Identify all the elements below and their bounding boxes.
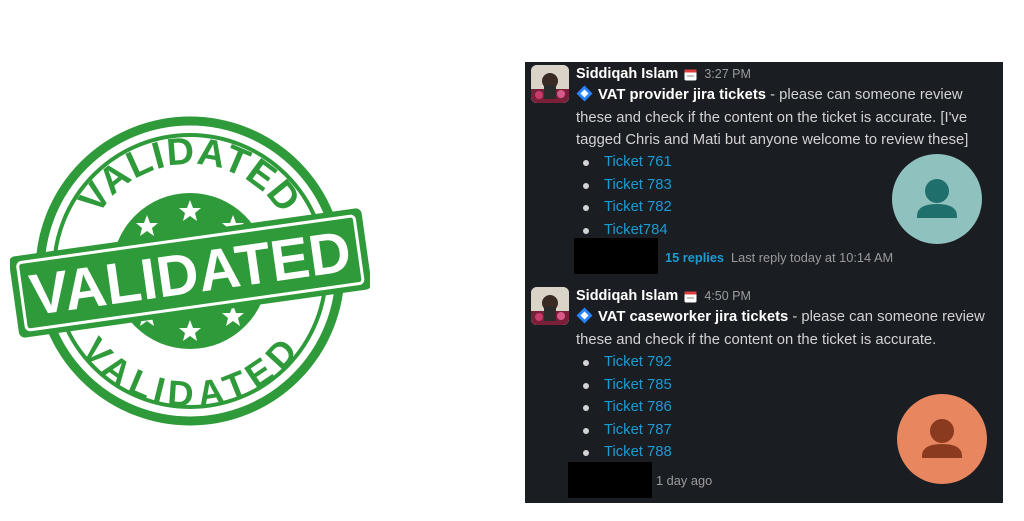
thread-replies-link[interactable]: 15 replies <box>665 250 724 265</box>
user-avatar-icon <box>892 154 982 244</box>
message-timestamp[interactable]: 3:27 PM <box>704 67 751 81</box>
list-item: Ticket 783 <box>576 174 672 197</box>
message-title: VAT provider jira tickets <box>598 87 767 103</box>
ticket-link[interactable]: Ticket 792 <box>604 354 672 370</box>
ticket-link[interactable]: Ticket 788 <box>604 444 672 460</box>
message-2: Siddiqah Islam 4:50 PM VAT caseworker ji… <box>525 284 1003 503</box>
last-reply-text: Last reply today at 10:14 AM <box>731 250 894 265</box>
message-body: VAT provider jira tickets - please can s… <box>576 84 991 152</box>
message-timestamp[interactable]: 4:50 PM <box>704 289 751 303</box>
slack-thread-panel: Siddiqah Islam 3:27 PM VAT provider jira… <box>525 62 1003 503</box>
list-item: Ticket 782 <box>576 196 672 219</box>
ticket-link[interactable]: Ticket784 <box>604 222 668 238</box>
ticket-link[interactable]: Ticket 782 <box>604 199 672 215</box>
jira-icon <box>576 85 593 102</box>
jira-icon <box>576 307 593 324</box>
list-item: Ticket 787 <box>576 419 672 442</box>
redacted-avatars <box>568 462 652 498</box>
message-body: VAT caseworker jira tickets - please can… <box>576 306 991 351</box>
author-avatar[interactable] <box>531 287 569 325</box>
list-item: Ticket 785 <box>576 374 672 397</box>
redacted-avatars <box>574 238 658 274</box>
calendar-status-icon <box>684 68 697 81</box>
ticket-link[interactable]: Ticket 761 <box>604 154 672 170</box>
author-name[interactable]: Siddiqah Islam <box>576 288 678 304</box>
calendar-status-icon <box>684 290 697 303</box>
user-avatar-icon <box>897 394 987 484</box>
ticket-link[interactable]: Ticket 787 <box>604 422 672 438</box>
message-1: Siddiqah Islam 3:27 PM VAT provider jira… <box>525 62 1003 277</box>
list-item: Ticket 792 <box>576 351 672 374</box>
ticket-link[interactable]: Ticket 785 <box>604 377 672 393</box>
list-item: Ticket 761 <box>576 151 672 174</box>
validated-stamp: VALIDATED VALIDATED VALIDATED <box>10 116 370 426</box>
ticket-list: Ticket 761 Ticket 783 Ticket 782 Ticket7… <box>576 151 672 241</box>
relative-time-text: 1 day ago <box>656 473 713 488</box>
ticket-link[interactable]: Ticket 783 <box>604 177 672 193</box>
author-avatar[interactable] <box>531 65 569 103</box>
author-name[interactable]: Siddiqah Islam <box>576 66 678 82</box>
ticket-list: Ticket 792 Ticket 785 Ticket 786 Ticket … <box>576 351 672 464</box>
list-item: Ticket 786 <box>576 396 672 419</box>
ticket-link[interactable]: Ticket 786 <box>604 399 672 415</box>
list-item: Ticket 788 <box>576 441 672 464</box>
message-title: VAT caseworker jira tickets <box>598 309 789 325</box>
